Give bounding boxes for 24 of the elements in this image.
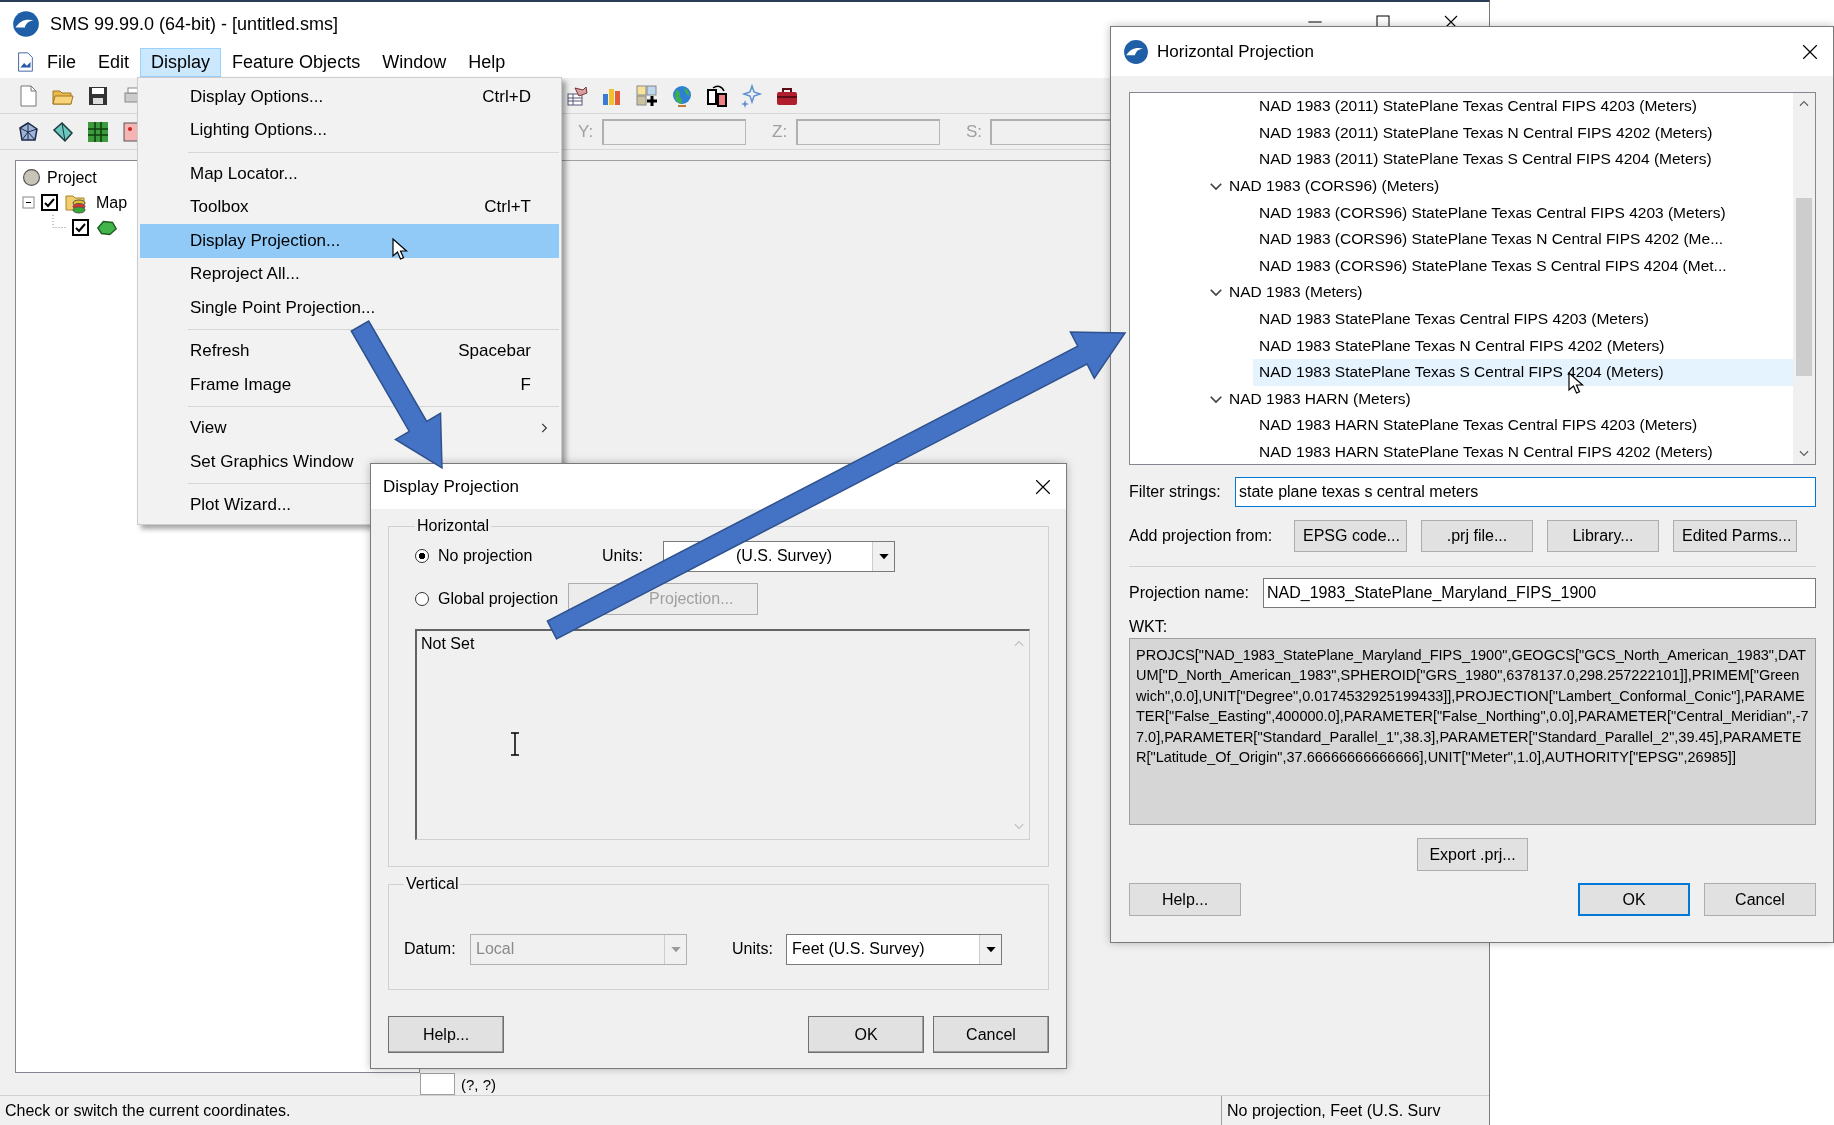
shortcut-text: F <box>520 374 531 395</box>
field-label: WKT: <box>1129 618 1168 635</box>
dialog-title: Horizontal Projection <box>1157 41 1314 62</box>
field-label: Add projection from: <box>1129 527 1274 545</box>
status-projection: No projection, Feet (U.S. Surv <box>1221 1096 1489 1125</box>
field-label: Units: <box>732 940 774 958</box>
shortcut-text: Ctrl+T <box>484 197 531 218</box>
shortcut-text: Ctrl+D <box>482 86 531 107</box>
wkt-text-box: PROJCS["NAD_1983_StatePlane_Maryland_FIPS_1900",GEOGCS["GCS_North_American_1983",DATUM["D_North_American_1983",SPHEROID["GRS_1980",6378137.0,298.257222101]],PRIMEM["Greenwich",0.0],UNIT["Degree",0.0174532925199433]],PROJECTION["Lambert_Conformal_Conic"],PARAMETER["False_Easting",400000.0],PARAMETER["False_Northing",0.0],PARAMETER["Central_Meridian",-77.0],PARAMETER["Standard_Parallel_1",38.3],PARAMETER["Standard_Parallel_2",39.45],PARAMETER["Latitude_Of_Origin",37.66666666666666],UNIT["Meter",1.0],AUTHORITY["EPSG",26985]] <box>1129 638 1816 825</box>
group-label: Vertical <box>405 875 460 893</box>
field-label: Units: <box>602 547 644 565</box>
field-label: Projection name: <box>1129 584 1251 602</box>
shortcut-text: Spacebar <box>458 341 531 362</box>
field-label: Z: <box>772 121 789 142</box>
coordinate-text: (?, ?) <box>460 1075 496 1093</box>
field-label: S: <box>966 121 984 142</box>
group-label: Horizontal <box>416 517 491 535</box>
status-message: Check or switch the current coordinates. <box>4 1101 292 1120</box>
field-label: Filter strings: <box>1129 483 1222 501</box>
dialog-title: Display Projection <box>383 476 520 497</box>
description-text: Not Set <box>421 635 475 653</box>
field-label: Y: <box>578 121 595 142</box>
field-label: Datum: <box>404 940 457 958</box>
window-title: SMS 99.99.0 (64-bit) - [untitled.sms] <box>50 13 339 35</box>
